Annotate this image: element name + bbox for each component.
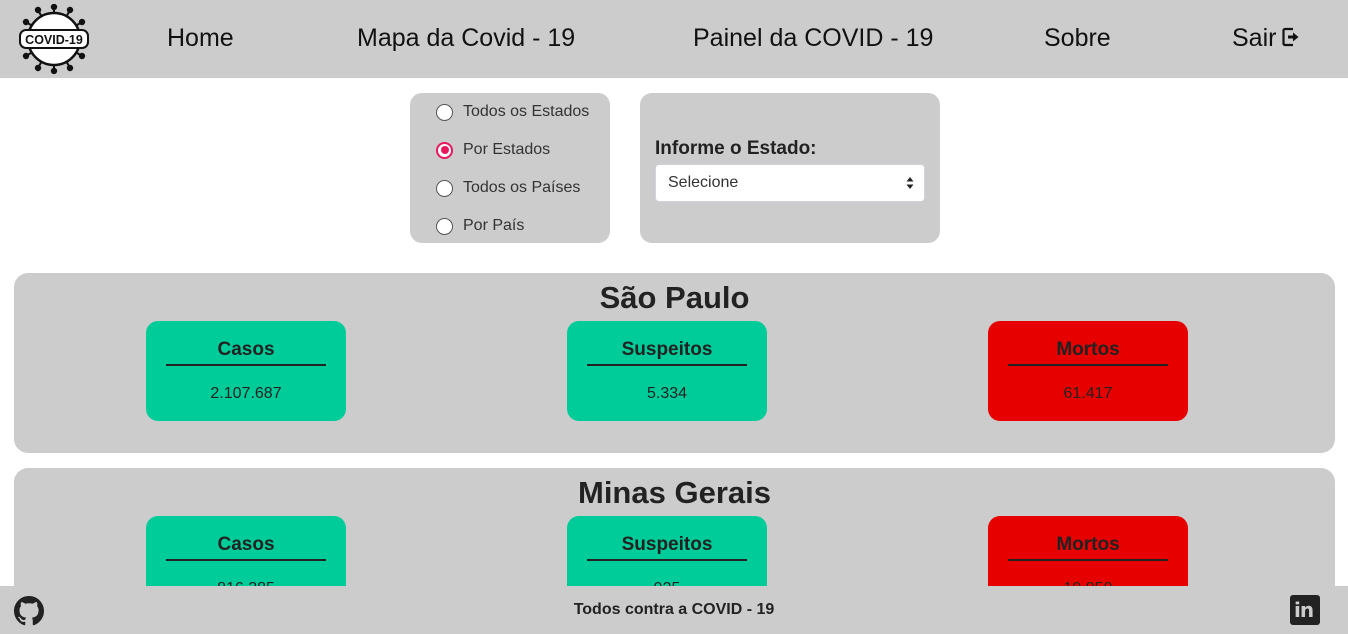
radio-todos-paises[interactable]: Todos os Países	[436, 178, 580, 198]
card-title: Mortos	[1008, 534, 1168, 561]
card-value: 2.107.687	[210, 385, 282, 402]
radio-button[interactable]	[436, 179, 453, 197]
card-title: Casos	[166, 339, 326, 366]
suspects-card: Suspeitos 5.334	[567, 321, 767, 421]
state-panel: São Paulo Casos 2.107.687 Suspeitos 5.33…	[14, 273, 1335, 453]
card-title: Suspeitos	[587, 534, 747, 561]
footer-text: Todos contra a COVID - 19	[573, 601, 775, 618]
radio-button[interactable]	[436, 103, 453, 121]
nav-painel-covid[interactable]: Painel da COVID - 19	[693, 22, 933, 54]
footer: Todos contra a COVID - 19 in	[0, 586, 1348, 634]
card-title: Casos	[166, 534, 326, 561]
deaths-card: Mortos 61.417	[988, 321, 1188, 421]
radio-label: Por País	[463, 217, 525, 234]
top-navbar: COVID-19 Home Mapa da Covid - 19 Painel …	[0, 0, 1348, 78]
card-title: Mortos	[1008, 339, 1168, 366]
radio-todos-estados[interactable]: Todos os Estados	[436, 102, 589, 122]
radio-button-checked[interactable]	[436, 141, 453, 159]
cases-card: Casos 2.107.687	[146, 321, 346, 421]
exit-icon	[1282, 28, 1299, 47]
radio-por-estados[interactable]: Por Estados	[436, 140, 550, 160]
covid-logo[interactable]: COVID-19	[18, 4, 90, 74]
state-select[interactable]: Selecione	[655, 164, 925, 202]
radio-por-pais[interactable]: Por País	[436, 216, 524, 236]
card-title: Suspeitos	[587, 339, 747, 366]
state-select-label: Informe o Estado:	[655, 138, 817, 159]
select-arrows-icon	[906, 177, 914, 189]
filter-radio-group: Todos os Estados Por Estados Todos os Pa…	[410, 93, 610, 243]
state-name: São Paulo	[599, 280, 750, 315]
state-selector-box: Informe o Estado: Selecione	[640, 93, 940, 243]
nav-home[interactable]: Home	[167, 22, 234, 54]
nav-mapa-covid[interactable]: Mapa da Covid - 19	[357, 22, 575, 54]
radio-label: Por Estados	[463, 141, 551, 158]
state-name: Minas Gerais	[578, 475, 771, 510]
linkedin-icon[interactable]: in	[1290, 595, 1320, 625]
nav-sobre[interactable]: Sobre	[1044, 22, 1111, 54]
nav-sair-label: Sair	[1232, 24, 1277, 52]
radio-button[interactable]	[436, 217, 453, 235]
logo-text: COVID-19	[25, 33, 83, 47]
nav-sair[interactable]: Sair	[1232, 22, 1300, 54]
card-value: 5.334	[646, 385, 688, 402]
state-select-value: Selecione	[668, 174, 739, 191]
radio-label: Todos os Países	[463, 179, 581, 196]
card-value: 61.417	[1063, 385, 1113, 402]
radio-label: Todos os Estados	[463, 103, 590, 120]
